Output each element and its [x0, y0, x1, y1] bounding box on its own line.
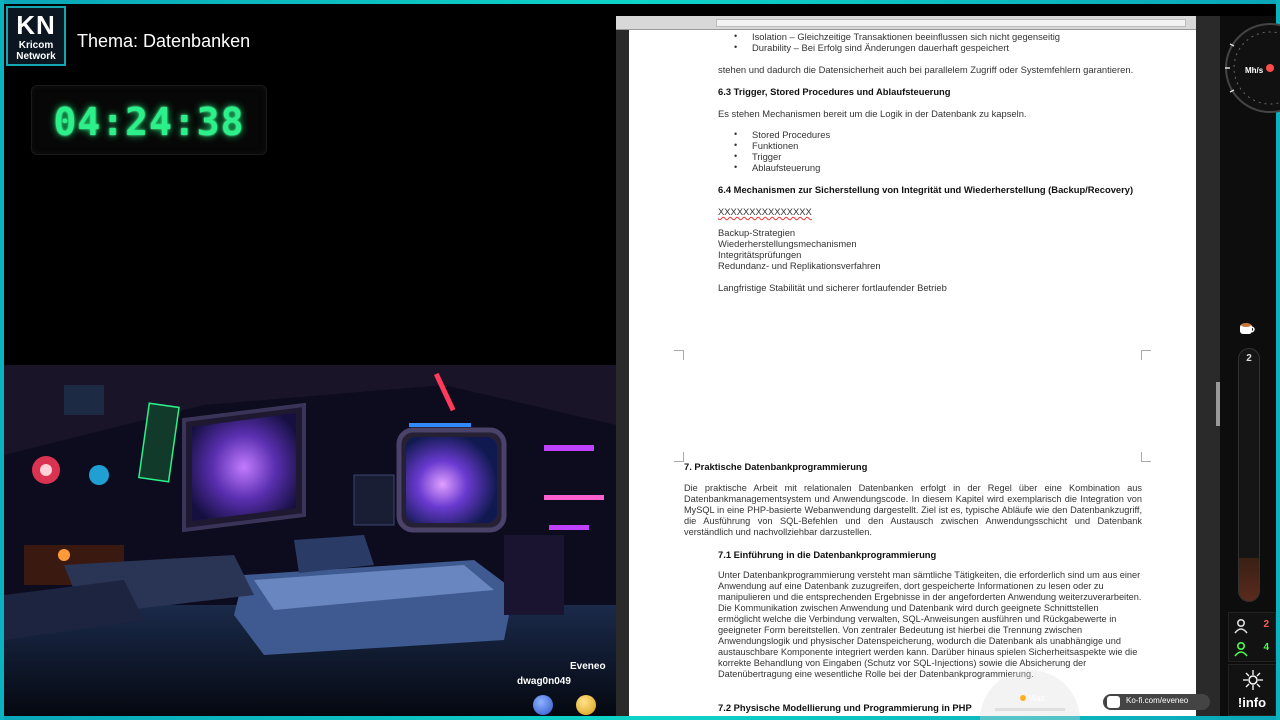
list-item: Redundanz- und Replikationsverfahren — [718, 260, 881, 271]
text-durability: Durability – Bei Erfolg sind Änderungen … — [752, 42, 1009, 53]
overlay-username-dwag: dwag0n049 — [517, 676, 571, 687]
heading-7-2: 7.2 Physische Modellierung und Programmi… — [718, 702, 972, 713]
list-item: Wiederherstellungsmechanismen — [718, 238, 857, 249]
viewer-stats: 2 4 — [1228, 612, 1276, 662]
viewer-count-b: 4 — [1263, 642, 1269, 653]
viewer-row-a: 2 — [1229, 616, 1275, 636]
text-isolation: Isolation – Gleichzeitige Transaktionen … — [752, 31, 1061, 42]
placeholder-text: XXXXXXXXXXXXXXX — [718, 206, 812, 217]
person-icon — [1234, 641, 1248, 657]
frame-top — [0, 0, 1280, 4]
kofi-text: Ko-fi.com/eveneo — [1126, 696, 1189, 705]
viewer-count-a: 2 — [1263, 619, 1269, 630]
frame-bottom — [0, 716, 1280, 720]
list-item: Integritätsprüfungen — [718, 249, 802, 260]
sparkle-icon — [1243, 670, 1263, 690]
info-command: !info — [1237, 695, 1267, 710]
overlay-username-eveneo: Eveneo — [570, 661, 606, 672]
list-item: Ablaufsteuerung — [752, 162, 821, 173]
paragraph-text: Langfristige Stabilität und sicherer for… — [718, 282, 947, 293]
paragraph-chapter-7: Die praktische Arbeit mit relationalen D… — [684, 483, 1142, 537]
kofi-link[interactable]: Ko-fi.com/eveneo — [1103, 694, 1210, 710]
page-corner-mark — [674, 350, 684, 360]
person-icon — [1234, 618, 1248, 634]
list-item: Backup-Strategien — [718, 227, 796, 238]
hashrate-unit: Mh/s — [1245, 66, 1264, 75]
ruler[interactable] — [616, 16, 1196, 30]
watt-indicator — [1020, 695, 1026, 701]
bullet-icon: • — [734, 162, 738, 172]
bullet-icon: • — [734, 42, 738, 52]
ruler-scale — [716, 19, 1186, 27]
coffee-progress-bar — [1238, 348, 1260, 602]
coffee-cup-icon — [1240, 323, 1255, 334]
paragraph-text: Es stehen Mechanismen bereit um die Logi… — [718, 108, 1027, 119]
kofi-cup-icon — [1107, 696, 1120, 708]
watt-label: Watt — [1029, 694, 1046, 703]
page-corner-mark — [1141, 350, 1151, 360]
document-viewer[interactable]: • Isolation – Gleichzeitige Transaktione… — [616, 16, 1220, 716]
logo-line-network: Network — [16, 51, 56, 62]
page-corner-mark — [674, 452, 684, 462]
logo-line-kricom: Kricom — [18, 40, 54, 51]
watt-gauge: Watt — [980, 670, 1080, 720]
bullet-icon: • — [734, 31, 738, 41]
bullet-icon: • — [734, 151, 738, 161]
blue-orb-icon — [533, 695, 553, 715]
page-corner-mark — [1141, 452, 1151, 462]
bullet-icon: • — [734, 140, 738, 150]
logo-kn: KN — [16, 10, 56, 40]
coffee-progress-fill — [1239, 558, 1259, 601]
heading-6-3: 6.3 Trigger, Stored Procedures und Ablau… — [718, 86, 951, 97]
coffee-progress-value: 2 — [1246, 353, 1252, 364]
spaceship-bedroom-scene — [4, 365, 616, 716]
list-item: Stored Procedures — [752, 129, 831, 140]
document-page-1[interactable]: • Isolation – Gleichzeitige Transaktione… — [629, 30, 1196, 410]
gold-orb-icon — [576, 695, 596, 715]
stream-timer: 04:24:38 — [31, 85, 267, 155]
list-item: Trigger — [752, 151, 782, 162]
list-item: Funktionen — [752, 140, 799, 151]
heading-7-1: 7.1 Einführung in die Datenbankprogrammi… — [718, 549, 937, 560]
info-command-box: !info — [1228, 664, 1276, 716]
viewer-row-b: 4 — [1229, 639, 1275, 659]
stream-topic: Thema: Datenbanken — [77, 31, 251, 51]
timer-value: 04:24:38 — [53, 100, 245, 144]
kricom-network-logo: KN Kricom Network — [6, 6, 66, 66]
bullet-icon: • — [734, 129, 738, 139]
heading-6-4: 6.4 Mechanismen zur Sicherstellung von I… — [718, 184, 1134, 195]
heading-7: 7. Praktische Datenbankprogrammierung — [684, 461, 868, 472]
paragraph-text: stehen und dadurch die Datensicherheit a… — [718, 64, 1134, 75]
document-page-2[interactable]: 7. Praktische Datenbankprogrammierung Di… — [629, 407, 1196, 716]
paragraph-7-1: Unter Datenbankprogrammierung versteht m… — [718, 570, 1142, 679]
